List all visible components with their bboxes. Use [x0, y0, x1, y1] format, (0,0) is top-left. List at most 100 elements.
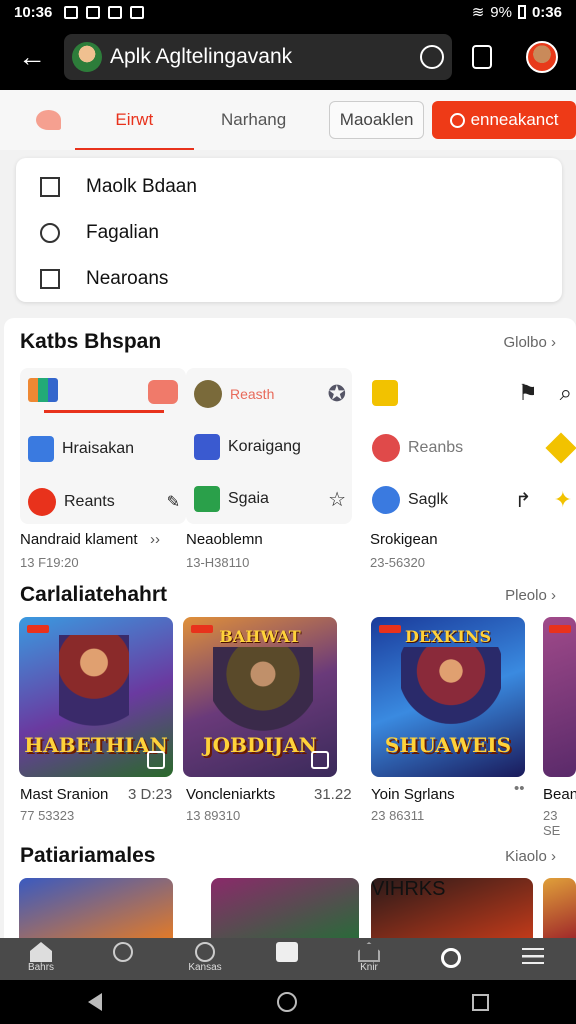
game-tile[interactable]: HABETHIAN [19, 617, 173, 777]
new-badge [549, 625, 571, 633]
game-title: Mast Sranion [20, 786, 109, 803]
more-label: Kiaolo [505, 848, 547, 865]
character-art [59, 635, 129, 745]
tab-first[interactable]: Eirwt [74, 90, 194, 150]
gamepad-icon: ✪ [327, 381, 346, 406]
menu-item[interactable]: Maolk Bdaan [16, 164, 562, 210]
character-art [213, 647, 313, 737]
menu-item-label: Maolk Bdaan [86, 176, 197, 197]
category-card[interactable]: Reasth ✪ Koraigang Sgaia ☆ [186, 368, 352, 524]
diamond-icon [545, 432, 576, 464]
house-icon [358, 942, 380, 962]
expand-icon [311, 751, 329, 769]
section-more-link[interactable]: Pleolo › [505, 587, 556, 604]
game-sub: 13 89310 [186, 808, 241, 823]
category-label: Reanbs [408, 439, 464, 456]
game-art-top: VIHRKS [371, 878, 446, 900]
avatar-icon [194, 380, 222, 408]
menu-item-label: Fagalian [86, 222, 159, 243]
game-title: Yoin Sgrlans [371, 786, 455, 803]
star-icon[interactable]: ☆ [328, 487, 346, 512]
x-icon [372, 434, 400, 462]
category-card[interactable]: ⚑ ⌕ Reanbs Saglk ↱ ✦ [364, 368, 576, 524]
primary-button-label: enneakanct [470, 110, 559, 129]
menu-item[interactable]: Nearoans [16, 256, 562, 302]
system-back-icon[interactable] [87, 993, 102, 1011]
section-title: Carlaliatehahrt [20, 583, 168, 606]
nav-item-home[interactable]: Bahrs [0, 938, 82, 980]
app-logo-icon [28, 378, 58, 402]
search-icon[interactable] [420, 45, 444, 69]
nav-item-house[interactable]: Knir [328, 938, 410, 980]
status-time: 10:36 [14, 3, 53, 21]
outline-button[interactable]: Maoaklen [329, 101, 425, 139]
back-arrow-icon[interactable]: ← [0, 41, 64, 73]
menu-item[interactable]: Fagalian [16, 210, 562, 256]
category-sub: 13-H38110 [186, 555, 250, 570]
dropdown-menu: Maolk Bdaan Fagalian Nearoans [16, 158, 562, 302]
list-icon [40, 177, 60, 197]
puzzle-icon [194, 434, 220, 460]
profile-avatar[interactable] [526, 41, 558, 73]
tab-second[interactable]: Narhang [194, 90, 313, 150]
game-tile[interactable] [543, 617, 576, 777]
game-tile[interactable] [19, 878, 173, 938]
game-title: Voncleniarkts [186, 786, 276, 803]
share-icon[interactable] [472, 45, 492, 69]
badge-icon [195, 942, 215, 962]
battery-icon [517, 5, 526, 19]
brand-logo-icon [36, 110, 61, 130]
notification-icon [64, 5, 79, 19]
status-bar: 10:36 ≋ 9% 0:36 [0, 0, 576, 24]
category-label: Hraisakan [62, 440, 135, 457]
more-dots-icon[interactable]: •• [514, 780, 525, 797]
notification-icon [130, 5, 145, 19]
category-sub: 13 F19:20 [20, 555, 79, 570]
game-tile[interactable]: BAHWAT JOBDIJAN [183, 617, 337, 777]
category-card[interactable]: Hraisakan Reants ✎ [20, 368, 186, 524]
tag-icon [28, 488, 56, 516]
search-icon [113, 942, 133, 962]
wifi-icon: ≋ [471, 4, 485, 21]
category-label: Koraigang [228, 438, 301, 455]
section-more-link[interactable]: Glolbo › [503, 334, 556, 351]
bottom-nav: Bahrs Kansas Knir [0, 938, 576, 980]
folder-icon [372, 380, 398, 406]
category-top-label: Reasth [230, 386, 275, 402]
nav-item-tag[interactable] [246, 938, 328, 980]
search-query: Aplk Agltelingavank [110, 45, 293, 68]
section-more-link[interactable]: Kiaolo › [505, 848, 556, 865]
game-art-top: BAHWAT [219, 627, 301, 646]
nav-item-search-active[interactable] [410, 938, 492, 980]
game-sub: 23 86311 [371, 808, 425, 823]
game-art-title: SHUAWEIS [384, 733, 512, 757]
game-tile[interactable]: VIHRKS [371, 878, 533, 938]
category-title: Srokigean [370, 531, 438, 548]
pencil-icon[interactable]: ✎ [167, 492, 180, 512]
section-title: Katbs Bhspan [20, 330, 162, 353]
game-art-top: DEXKINS [404, 627, 492, 646]
system-nav [0, 980, 576, 1024]
primary-search-button[interactable]: enneakanct [432, 101, 576, 139]
compass-icon [372, 486, 400, 514]
game-tile[interactable] [543, 878, 576, 938]
nav-item-menu[interactable] [492, 938, 574, 980]
tab-bar: Eirwt Narhang Maoaklen enneakanct [0, 90, 576, 150]
system-recents-icon[interactable] [471, 993, 489, 1011]
more-label: Pleolo [505, 587, 547, 604]
search-icon [449, 112, 465, 128]
system-home-icon[interactable] [276, 992, 297, 1012]
nav-item-search[interactable] [82, 938, 164, 980]
game-tile[interactable] [211, 878, 359, 938]
flag-icon: ⚑ [517, 380, 538, 405]
nav-label: Knir [360, 962, 378, 973]
expand-icon [147, 751, 165, 769]
notification-icon [108, 5, 123, 19]
character-art [401, 647, 501, 727]
nav-item-badge[interactable]: Kansas [164, 938, 246, 980]
game-tile[interactable]: DEXKINS SHUAWEIS [371, 617, 525, 777]
menu-item-label: Nearoans [86, 268, 169, 289]
share-arrow-icon[interactable]: ↱ [515, 488, 532, 513]
search-icon[interactable]: ⌕ [560, 380, 572, 406]
search-field[interactable]: Aplk Agltelingavank [64, 34, 452, 80]
